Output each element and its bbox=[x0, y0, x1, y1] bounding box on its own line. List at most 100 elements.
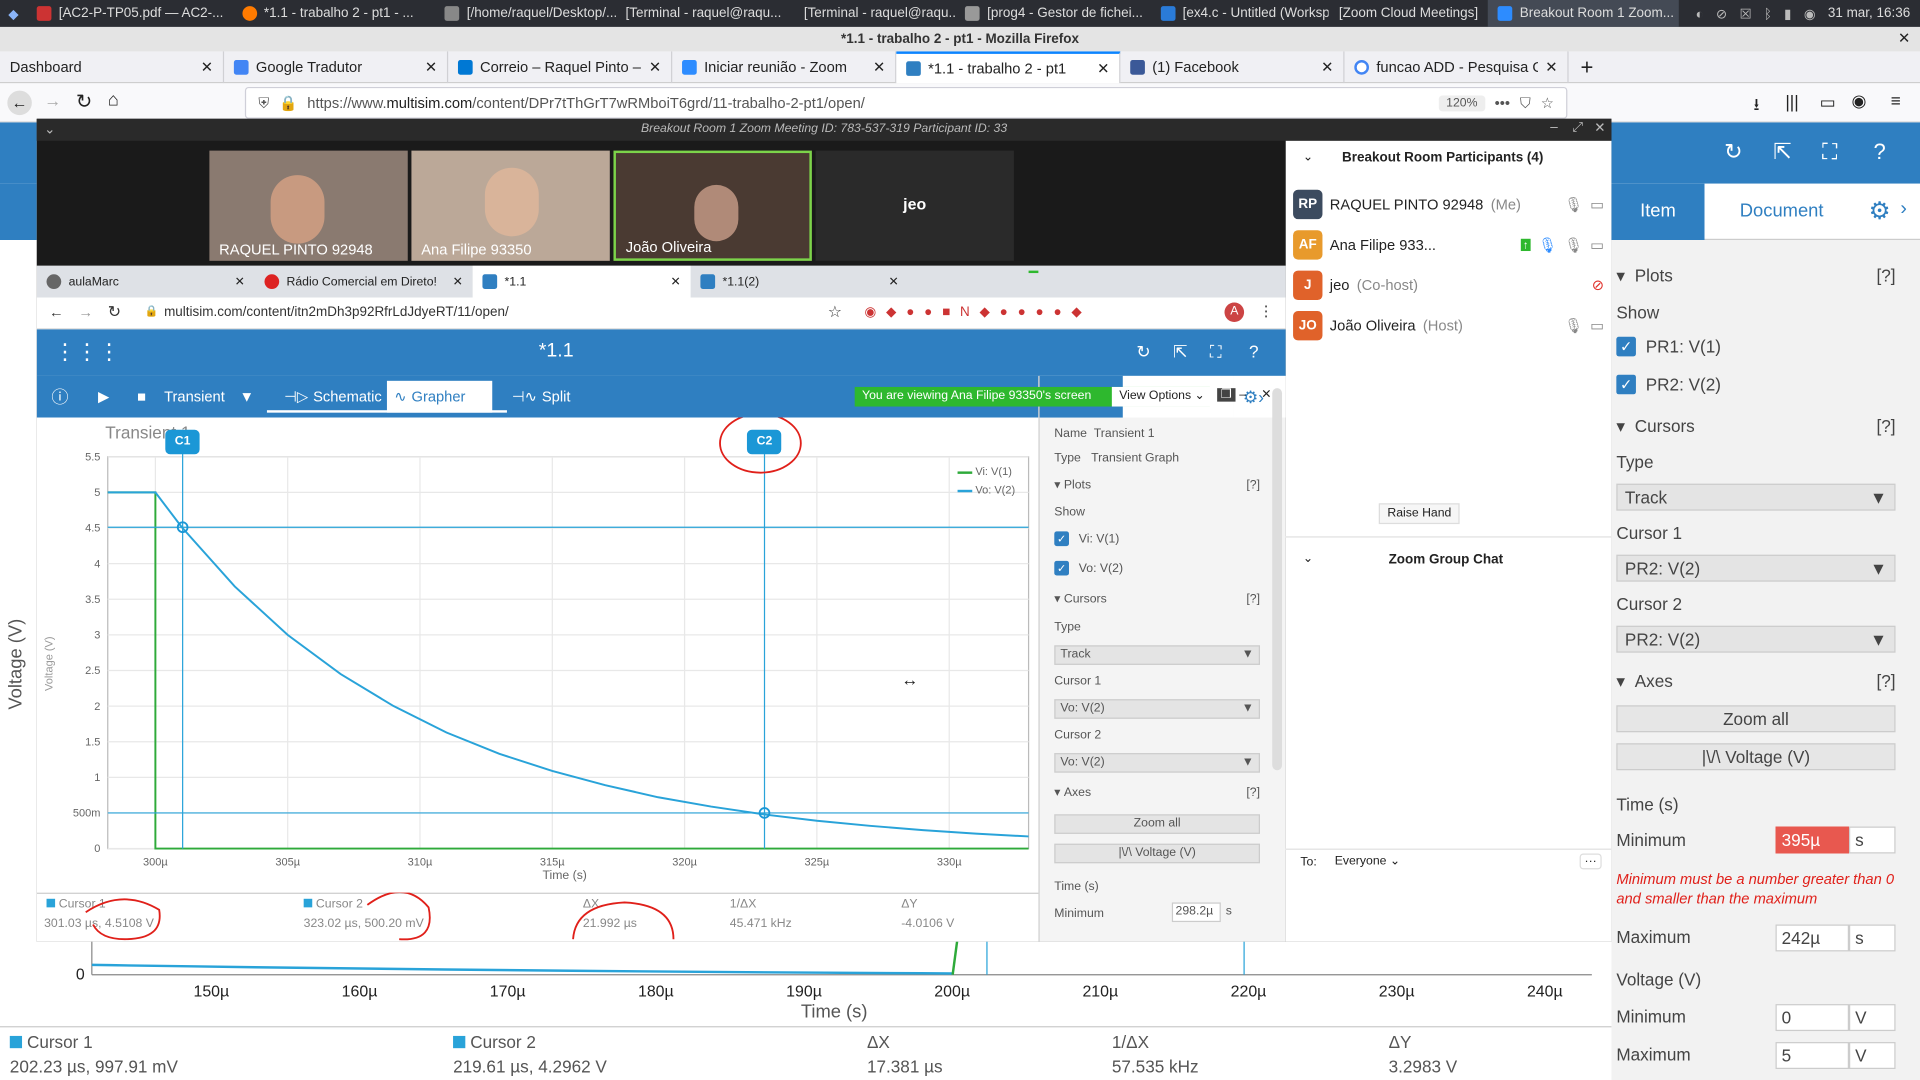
forward-button[interactable]: → bbox=[44, 91, 61, 111]
tab-google-translate[interactable]: Google Tradutor ✕ bbox=[224, 51, 449, 84]
info-icon[interactable]: ⓘ bbox=[44, 381, 76, 413]
voltage-axis-button[interactable]: |\/\ Voltage (V) bbox=[1054, 843, 1261, 864]
cursor1-select[interactable]: PR2: V(2) ▼ bbox=[1616, 554, 1896, 582]
participant-row[interactable]: RP RAQUEL PINTO 92948 (Me) 🎙 ▭ bbox=[1293, 187, 1604, 221]
mic-icon[interactable]: 🎙 bbox=[1564, 317, 1583, 334]
reload-icon[interactable]: ↻ bbox=[108, 302, 121, 322]
close-tab-icon[interactable]: ✕ bbox=[671, 275, 681, 288]
bookmark-star-icon[interactable]: ☆ bbox=[1541, 94, 1554, 111]
task-zoom-cloud[interactable]: [Zoom Cloud Meetings] bbox=[1329, 0, 1488, 27]
pocket-icon[interactable]: ⛉ bbox=[1520, 94, 1531, 112]
analysis-type-select[interactable]: Transient ▼ bbox=[157, 381, 262, 413]
plot-toggle-1[interactable]: ✓ PR1: V(1) bbox=[1616, 328, 1895, 365]
checkbox-checked-icon[interactable]: ✓ bbox=[1616, 374, 1636, 395]
library-icon[interactable]: ||| bbox=[1785, 92, 1798, 112]
kebab-menu-icon[interactable]: ⋮ bbox=[1259, 302, 1274, 319]
tab-multisim[interactable]: *1.1 - trabalho 2 - pt1 ✕ bbox=[896, 51, 1121, 84]
raise-hand-button[interactable]: Raise Hand bbox=[1378, 503, 1460, 525]
video-tile-joao[interactable]: João Oliveira bbox=[613, 150, 812, 261]
tab-zoom[interactable]: Iniciar reunião - Zoom ✕ bbox=[672, 51, 897, 84]
close-tab-icon[interactable]: ✕ bbox=[453, 275, 463, 288]
mic-icon[interactable]: 🎙 bbox=[1564, 196, 1583, 213]
task-breakout-room[interactable]: Breakout Room 1 Zoom... bbox=[1487, 0, 1679, 27]
camera-icon[interactable]: ▭ bbox=[1590, 317, 1604, 334]
close-window-icon[interactable]: ✕ bbox=[1898, 29, 1910, 46]
help-link[interactable]: [?] bbox=[1876, 416, 1895, 436]
help-icon[interactable]: ? bbox=[1249, 342, 1259, 362]
more-icon[interactable]: ··· bbox=[1579, 853, 1602, 870]
tray-icons[interactable]: ◐⊘☒ᛒ▮◉ bbox=[1696, 6, 1828, 22]
task-file-manager[interactable]: [prog4 - Gestor de fichei... bbox=[955, 0, 1150, 27]
shield-icon[interactable]: ⛨ bbox=[258, 94, 269, 112]
tab-item[interactable]: Item bbox=[1611, 183, 1705, 241]
url-bar[interactable]: ⛨ 🔒 https://www.multisim.com/content/DPr… bbox=[244, 86, 1568, 119]
tab-google-search[interactable]: funcao ADD - Pesquisa Goog✕ bbox=[1345, 51, 1569, 84]
profile-avatar[interactable]: A bbox=[1224, 302, 1245, 323]
close-tab-icon[interactable]: ✕ bbox=[889, 275, 899, 288]
forward-icon[interactable]: → bbox=[78, 304, 93, 321]
fullscreen-icon[interactable]: ⛶ bbox=[1210, 342, 1222, 363]
bookmark-star-icon[interactable]: ☆ bbox=[828, 302, 842, 322]
time-min-input[interactable]: 395µ bbox=[1775, 826, 1849, 854]
app-menu-icon[interactable]: ◆ bbox=[0, 6, 27, 22]
video-tile-ana[interactable]: Ana Filipe 93350 bbox=[411, 150, 610, 261]
gear-icon[interactable]: ⚙ bbox=[1869, 196, 1891, 227]
minimize-icon[interactable]: – bbox=[1239, 388, 1246, 401]
close-tab-icon[interactable]: ✕ bbox=[235, 275, 245, 288]
close-tab-icon[interactable]: ✕ bbox=[1321, 59, 1333, 76]
tab-document[interactable]: Document bbox=[1705, 184, 1859, 240]
checkbox-checked-icon[interactable]: ✓ bbox=[1054, 560, 1069, 576]
grid-menu-icon[interactable]: ⋮⋮⋮ bbox=[54, 339, 120, 365]
cursor-type-select[interactable]: Track ▼ bbox=[1054, 645, 1261, 665]
sidebar-icon[interactable]: ▭ bbox=[1820, 92, 1836, 113]
download-icon[interactable]: ⭳ bbox=[1753, 92, 1759, 121]
participant-row[interactable]: J jeo (Co-host) ⊘ bbox=[1293, 268, 1604, 302]
axes-section[interactable]: ▾ Axes [?] bbox=[1054, 786, 1260, 799]
view-options-button[interactable]: View Options ⌄ bbox=[1111, 386, 1213, 407]
chevron-down-icon[interactable]: ⌄ bbox=[44, 121, 55, 137]
time-min-input[interactable]: 298.2µ bbox=[1171, 902, 1221, 923]
zoom-level[interactable]: 120% bbox=[1438, 94, 1485, 111]
close-tab-icon[interactable]: ✕ bbox=[201, 59, 213, 76]
zoom-all-button[interactable]: Zoom all bbox=[1616, 705, 1896, 733]
participant-row[interactable]: AF Ana Filipe 933... ↑ 🎙 🎙 ▭ bbox=[1293, 228, 1604, 262]
chat-recipient-select[interactable]: Everyone ⌄ bbox=[1330, 853, 1405, 869]
help-link[interactable]: [?] bbox=[1876, 266, 1895, 286]
task-terminal-1[interactable]: [Terminal - raquel@raqu... bbox=[616, 0, 794, 27]
camera-off-icon[interactable]: ⊘ bbox=[1592, 277, 1604, 294]
tab-outlook[interactable]: Correio – Raquel Pinto – Outl✕ bbox=[448, 51, 673, 84]
plots-section[interactable]: ▾ Plots [?] bbox=[1616, 257, 1895, 294]
close-tab-icon[interactable]: ✕ bbox=[873, 59, 885, 76]
close-icon[interactable]: ✕ bbox=[1261, 388, 1271, 401]
plot-toggle-2[interactable]: ✓ Vo: V(2) bbox=[1054, 560, 1123, 576]
share-icon[interactable]: ⇱ bbox=[1773, 140, 1791, 166]
voltage-max-input[interactable]: 5 bbox=[1775, 1042, 1849, 1069]
cursor-type-select[interactable]: Track ▼ bbox=[1616, 483, 1896, 511]
chevron-down-icon[interactable]: ⌄ bbox=[1303, 552, 1313, 565]
participant-row[interactable]: JO João Oliveira (Host) 🎙 ▭ bbox=[1293, 309, 1604, 343]
axes-section[interactable]: ▾ Axes [?] bbox=[1616, 662, 1895, 699]
extension-icons[interactable]: ◉◆●●■N◆●●●●◆ bbox=[864, 304, 1091, 320]
help-link[interactable]: [?] bbox=[1246, 593, 1260, 606]
more-actions-icon[interactable]: ••• bbox=[1495, 94, 1510, 111]
task-pdf[interactable]: [AC2-P-TP05.pdf — AC2-... bbox=[27, 0, 232, 27]
back-icon[interactable]: ← bbox=[49, 304, 64, 321]
reload-button[interactable]: ↻ bbox=[76, 89, 92, 113]
cursor2-select[interactable]: Vo: V(2) ▼ bbox=[1054, 753, 1261, 773]
tab-facebook[interactable]: (1) Facebook ✕ bbox=[1120, 51, 1345, 84]
help-icon[interactable]: ? bbox=[1873, 140, 1885, 166]
close-tab-icon[interactable]: ✕ bbox=[649, 59, 661, 76]
task-files[interactable]: [/home/raquel/Desktop/... bbox=[435, 0, 616, 27]
cursor1-select[interactable]: Vo: V(2) ▼ bbox=[1054, 699, 1261, 719]
video-tile-jeo[interactable]: jeo bbox=[815, 150, 1014, 261]
menu-icon[interactable]: ≡ bbox=[1891, 91, 1901, 111]
voltage-min-input[interactable]: 0 bbox=[1775, 1004, 1849, 1032]
shared-tab[interactable]: Rádio Comercial em Direto! ✕ bbox=[255, 266, 473, 298]
fullscreen-icon[interactable]: ⛶ bbox=[1822, 140, 1837, 166]
plot-toggle-2[interactable]: ✓ PR2: V(2) bbox=[1616, 366, 1895, 403]
camera-icon[interactable]: ▭ bbox=[1590, 236, 1604, 253]
cursors-section[interactable]: ▾ Cursors [?] bbox=[1054, 593, 1260, 606]
voltage-axis-button[interactable]: |\/\ Voltage (V) bbox=[1616, 743, 1896, 771]
plots-section[interactable]: ▾ Plots [?] bbox=[1054, 479, 1260, 492]
camera-icon[interactable]: ▭ bbox=[1590, 196, 1604, 213]
